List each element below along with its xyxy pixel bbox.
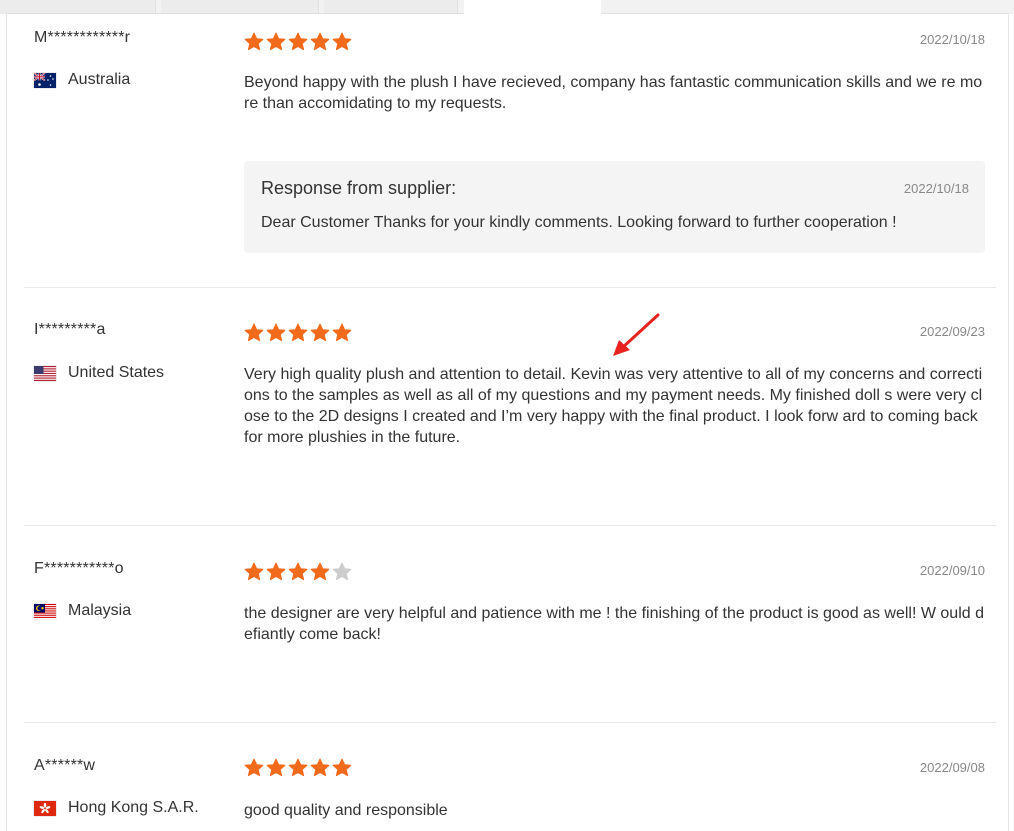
- star-empty-icon: [332, 562, 352, 581]
- review-date: 2022/09/08: [919, 760, 985, 775]
- tab-strip: [0, 0, 1014, 14]
- star-filled-icon: [266, 323, 286, 342]
- reviewer-name: F***********o: [34, 560, 124, 577]
- star-filled-icon: [266, 32, 286, 51]
- rating-stars: [244, 562, 352, 582]
- panel-border: [6, 14, 7, 831]
- red-arrow-icon: [613, 313, 660, 356]
- reviewer-country: Malaysia: [34, 602, 131, 620]
- flag-united-states-icon: [34, 365, 56, 381]
- star-filled-icon: [244, 32, 264, 51]
- star-filled-icon: [310, 758, 330, 777]
- tab-2[interactable]: [161, 0, 319, 14]
- tab-3[interactable]: [324, 0, 458, 14]
- country-label: Hong Kong S.A.R.: [68, 799, 199, 816]
- review-text: good quality and responsible: [244, 802, 448, 819]
- tab-1[interactable]: [0, 0, 156, 14]
- reviewer-country: Australia: [34, 71, 130, 89]
- review-date: 2022/09/23: [919, 324, 985, 339]
- flag-australia-icon: [34, 72, 56, 88]
- star-filled-icon: [244, 758, 264, 777]
- review-text: Very high quality plush and attention to…: [244, 366, 983, 446]
- rating-stars: [244, 323, 352, 343]
- panel-border: [1008, 14, 1009, 831]
- rating-stars: [244, 32, 352, 52]
- star-filled-icon: [310, 32, 330, 51]
- response-date: 2022/10/18: [903, 181, 969, 196]
- reviews-page: M************r Australia 2022/10/18 Beyo…: [0, 0, 1014, 831]
- reviewer-name: M************r: [34, 29, 131, 46]
- star-filled-icon: [332, 32, 352, 51]
- star-filled-icon: [332, 323, 352, 342]
- response-title: Response from supplier:: [261, 178, 457, 198]
- reviewer-country: United States: [34, 364, 164, 382]
- country-label: United States: [68, 364, 165, 381]
- tab-reviews-active[interactable]: [464, 0, 601, 14]
- review-date: 2022/10/18: [919, 32, 985, 47]
- review-text: Beyond happy with the plush I have recie…: [244, 74, 983, 112]
- star-filled-icon: [244, 323, 264, 342]
- review-item: M************r Australia 2022/10/18 Beyo…: [24, 14, 996, 287]
- review-item: I*********a United States 2022/09/23 Ver: [24, 288, 996, 525]
- flag-hong-kong-icon: [34, 800, 56, 816]
- star-filled-icon: [244, 562, 264, 581]
- star-filled-icon: [266, 562, 286, 581]
- review-item: A******w Hong Kong S.A.R. 2022/09/08 goo…: [24, 723, 996, 831]
- response-text: Dear Customer Thanks for your kindly com…: [261, 214, 897, 231]
- star-filled-icon: [288, 758, 308, 777]
- flag-malaysia-icon: [34, 603, 56, 619]
- reviewer-name: A******w: [34, 757, 96, 774]
- star-filled-icon: [310, 323, 330, 342]
- star-filled-icon: [266, 758, 286, 777]
- country-label: Malaysia: [68, 602, 132, 619]
- country-label: Australia: [68, 71, 131, 88]
- reviewer-country: Hong Kong S.A.R.: [34, 799, 199, 817]
- review-item: F***********o Malaysia 2022/09/10 the de…: [24, 526, 996, 722]
- star-filled-icon: [288, 32, 308, 51]
- review-text: the designer are very helpful and patien…: [244, 605, 984, 643]
- star-filled-icon: [332, 758, 352, 777]
- star-filled-icon: [310, 562, 330, 581]
- star-filled-icon: [288, 323, 308, 342]
- review-date: 2022/09/10: [919, 563, 985, 578]
- rating-stars: [244, 758, 352, 778]
- star-filled-icon: [288, 562, 308, 581]
- reviewer-name: I*********a: [34, 321, 106, 338]
- supplier-response: Response from supplier: 2022/10/18 Dear …: [244, 161, 985, 253]
